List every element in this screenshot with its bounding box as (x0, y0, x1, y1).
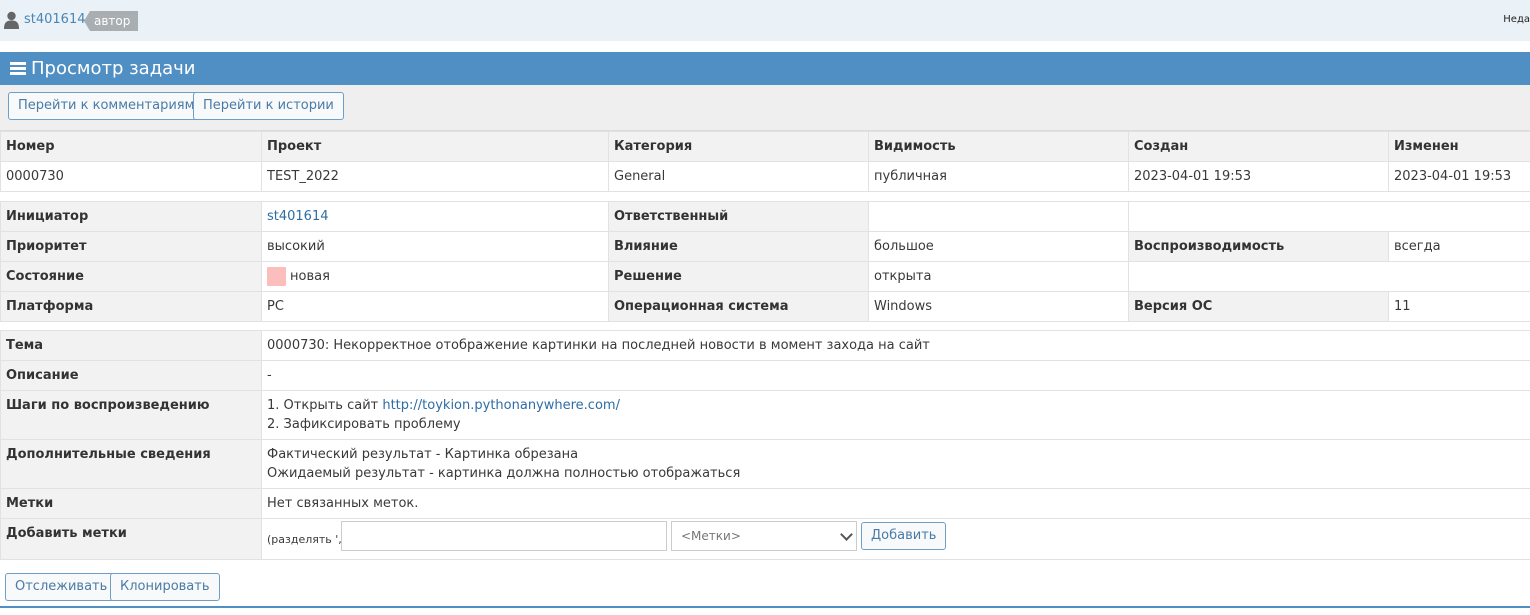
empty-cell (1128, 201, 1530, 232)
steps-link[interactable]: http://toykion.pythonanywhere.com/ (382, 398, 620, 413)
tags-value: Нет связанных меток. (261, 488, 1530, 519)
additional-line1: Фактический результат - Картинка обрезан… (267, 447, 579, 462)
jump-to-history-button[interactable]: Перейти к истории (193, 92, 344, 120)
status-label: Состояние (0, 261, 262, 292)
tag-select[interactable]: <Метки> (671, 521, 857, 551)
role-badge: автор (84, 11, 139, 31)
issue-summary-table: Номер Проект Категория Видимость Создан … (0, 131, 1530, 192)
add-tags-label: Добавить метки (0, 518, 262, 560)
bars-icon (10, 62, 26, 75)
summary-label: Тема (0, 330, 262, 361)
steps-value: 1. Открыть сайт http://toykion.pythonany… (261, 390, 1530, 440)
issue-details-table: Инициатор st401614 Ответственный Приорит… (0, 201, 1530, 322)
issue-number: 0000730 (0, 161, 262, 192)
description-row: Описание - (0, 360, 1530, 391)
reporter-link[interactable]: st401614 (267, 209, 329, 224)
additional-value: Фактический результат - Картинка обрезан… (261, 439, 1530, 489)
page-title: Просмотр задачи (31, 58, 196, 79)
tags-separator-hint: (разделять ',') (267, 532, 350, 546)
header-updated: Изменен (1388, 131, 1530, 162)
status-cell: новая (261, 261, 609, 292)
tags-label: Метки (0, 488, 262, 519)
resolution-label: Решение (608, 261, 869, 292)
description-label: Описание (0, 360, 262, 391)
footer-divider (0, 606, 1530, 608)
summary-header-row: Номер Проект Категория Видимость Создан … (0, 131, 1530, 162)
reporter-label: Инициатор (0, 201, 262, 232)
platform-label: Платформа (0, 291, 262, 322)
tag-select-value: <Метки> (681, 529, 741, 543)
empty-cell (1128, 261, 1530, 292)
os-version-label: Версия ОС (1128, 291, 1389, 322)
summary-value: 0000730: Некорректное отображение картин… (261, 330, 1530, 361)
header-visibility: Видимость (868, 131, 1129, 162)
additional-line2: Ожидаемый результат - картинка должна по… (267, 466, 741, 481)
username-link[interactable]: st401614 (24, 12, 86, 27)
additional-label: Дополнительные сведения (0, 439, 262, 489)
issue-updated: 2023-04-01 19:53 (1388, 161, 1530, 192)
additional-row: Дополнительные сведения Фактический резу… (0, 439, 1530, 489)
add-tag-button[interactable]: Добавить (861, 522, 947, 550)
tags-row: Метки Нет связанных меток. (0, 488, 1530, 519)
clone-button[interactable]: Клонировать (110, 573, 220, 601)
header-number: Номер (0, 131, 262, 162)
user-icon (4, 11, 19, 29)
priority-label: Приоритет (0, 231, 262, 262)
widget-header: Просмотр задачи (0, 52, 1530, 85)
monitor-button[interactable]: Отслеживать (5, 573, 118, 601)
reproducibility-label: Воспроизводимость (1128, 231, 1389, 262)
steps-line1: 1. Открыть сайт (267, 398, 383, 413)
severity-label: Влияние (608, 231, 869, 262)
summary-row: Тема 0000730: Некорректное отображение к… (0, 330, 1530, 361)
details-row-status: Состояние новая Решение открыта (0, 261, 1530, 292)
severity-value: большое (868, 231, 1129, 262)
issue-project: TEST_2022 (261, 161, 609, 192)
steps-line2: 2. Зафиксировать проблему (267, 417, 461, 432)
chevron-down-icon (840, 528, 853, 541)
handler-label: Ответственный (608, 201, 869, 232)
os-value: Windows (868, 291, 1129, 322)
user-bar: st401614 автор Неда (0, 0, 1530, 41)
header-category: Категория (608, 131, 869, 162)
steps-row: Шаги по воспроизведению 1. Открыть сайт … (0, 390, 1530, 440)
reproducibility-value: всегда (1388, 231, 1530, 262)
handler-value (868, 201, 1129, 232)
summary-value-row: 0000730 TEST_2022 General публичная 2023… (0, 161, 1530, 192)
status-color-swatch (267, 267, 286, 286)
os-version-value: 11 (1388, 291, 1530, 322)
os-label: Операционная система (608, 291, 869, 322)
details-row-priority: Приоритет высокий Влияние большое Воспро… (0, 231, 1530, 262)
details-row-platform: Платформа PC Операционная система Window… (0, 291, 1530, 322)
top-right-text: Неда (1503, 14, 1530, 25)
tag-input[interactable] (341, 521, 667, 551)
issue-visibility: публичная (868, 161, 1129, 192)
toolbar: Перейти к комментариям Перейти к истории (0, 85, 1530, 131)
steps-label: Шаги по воспроизведению (0, 390, 262, 440)
resolution-value: открыта (868, 261, 1129, 292)
issue-created: 2023-04-01 19:53 (1128, 161, 1389, 192)
issue-category: General (608, 161, 869, 192)
header-created: Создан (1128, 131, 1389, 162)
priority-value: высокий (261, 231, 609, 262)
status-value: новая (290, 269, 330, 284)
header-project: Проект (261, 131, 609, 162)
details-row-reporter: Инициатор st401614 Ответственный (0, 201, 1530, 232)
platform-value: PC (261, 291, 609, 322)
description-value: - (261, 360, 1530, 391)
jump-to-comments-button[interactable]: Перейти к комментариям (8, 92, 205, 120)
